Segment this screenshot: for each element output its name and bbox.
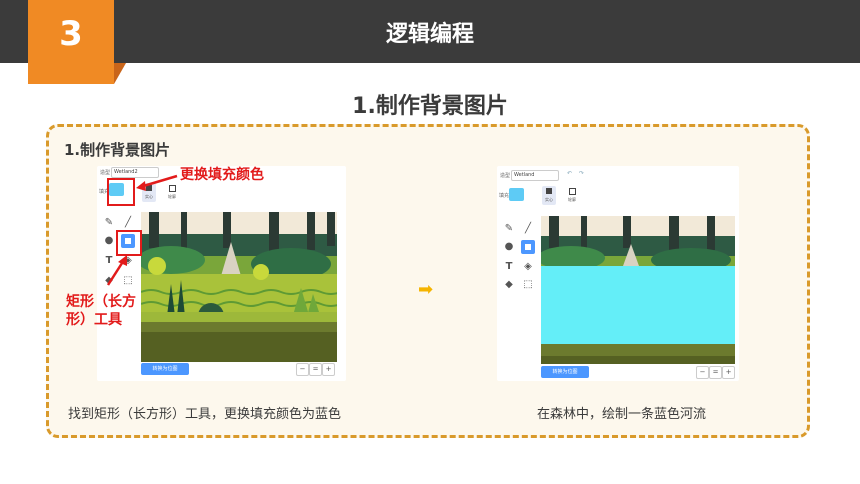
rect-tool-annotation: 矩形（长方形）工具 [66,294,136,328]
outline-mode-icon [569,188,576,195]
line-icon[interactable]: ╱ [521,222,535,236]
circle-icon[interactable]: ● [502,240,516,254]
rectangle-icon[interactable] [521,240,535,254]
brush-icon[interactable]: ✎ [502,222,516,236]
undo-icon[interactable]: ↶ [567,170,572,177]
fill-icon[interactable]: ◈ [521,260,535,274]
right-caption: 在森林中，绘制一条蓝色河流 [537,407,707,422]
fill-mode-button[interactable]: 实心 [542,186,556,205]
redo-icon[interactable]: ↷ [579,170,584,177]
rectangle-icon-inner [525,244,531,250]
costume-name-input[interactable]: Wetland [511,170,559,181]
outline-mode-button[interactable]: 轮廓 [565,186,579,205]
outline-mode-label: 轮廓 [568,197,576,202]
convert-to-bitmap-button[interactable]: 转换为位图 [541,366,589,378]
fill-mode-label: 实心 [545,197,553,202]
zoom-in-icon[interactable]: + [722,366,735,379]
convert-button-label: 转换为位图 [552,369,578,375]
zoom-reset-icon[interactable]: = [709,366,722,379]
zoom-out-icon[interactable]: − [696,366,709,379]
fill-color-annotation: 更换填充颜色 [180,167,264,183]
arrow-right-icon: ➡ [418,279,434,300]
eraser-icon[interactable]: ◆ [502,278,516,292]
select-icon[interactable]: ⬚ [521,278,535,292]
text-icon[interactable]: T [502,260,516,274]
fill-color-swatch[interactable] [509,188,524,201]
fill-mode-icon [546,188,552,194]
left-caption: 找到矩形（长方形）工具，更换填充颜色为蓝色 [68,407,342,422]
costume-name-label: 造型 [500,173,511,179]
right-editor-screenshot: 造型 Wetland ↶ ↷ 填充 实心 轮廓 ✎ ╱ ● T ◈ ◆ ⬚ 转换… [497,166,739,381]
fill-label: 填充 [499,193,510,199]
forest-backdrop-with-river [541,216,735,364]
